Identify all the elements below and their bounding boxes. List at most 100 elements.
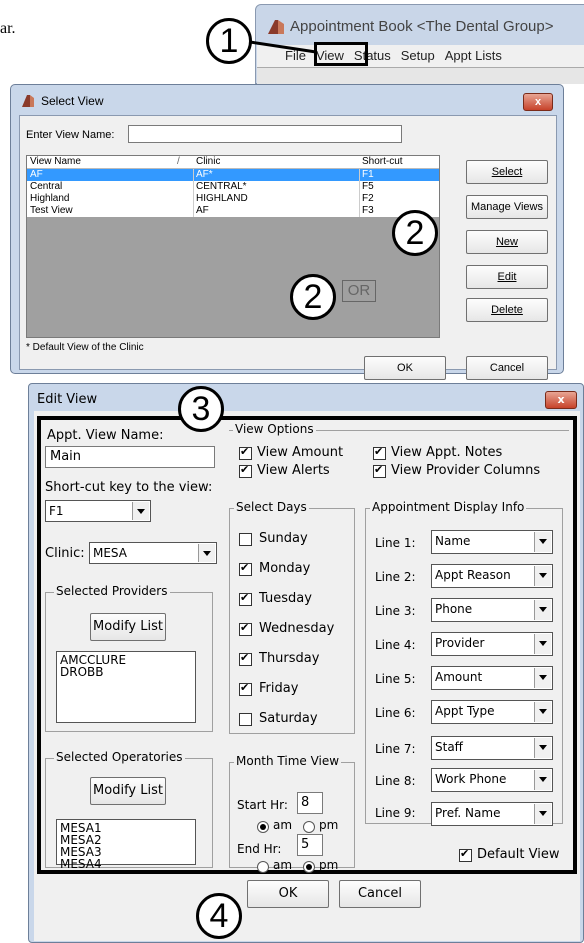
view-appt-notes-checkbox[interactable]: View Appt. Notes bbox=[373, 445, 563, 462]
edit-button-label: Edit bbox=[497, 271, 517, 283]
modify-providers-button[interactable]: Modify List bbox=[90, 613, 166, 641]
chevron-down-icon bbox=[534, 738, 551, 758]
chevron-down-icon bbox=[534, 668, 551, 688]
dialog-title: Edit View bbox=[37, 392, 98, 407]
checkbox-icon bbox=[373, 463, 386, 478]
chevron-down-icon bbox=[132, 502, 149, 520]
end-am-radio[interactable]: am bbox=[257, 858, 299, 874]
chevron-down-icon bbox=[534, 566, 551, 586]
line-6-label: Line 6: bbox=[375, 706, 416, 720]
line-3-label: Line 3: bbox=[375, 604, 416, 618]
view-provider-columns-checkbox[interactable]: View Provider Columns bbox=[373, 463, 563, 480]
table-row[interactable]: Central CENTRAL* F5 bbox=[27, 181, 439, 193]
ok-button[interactable]: OK bbox=[247, 880, 329, 908]
day-friday-checkbox[interactable]: Friday bbox=[239, 680, 349, 698]
grid-header: View Name / Clinic Short-cut bbox=[27, 156, 439, 169]
enter-view-name-input[interactable] bbox=[128, 125, 402, 143]
col-clinic[interactable]: Clinic bbox=[196, 156, 220, 167]
start-hr-input[interactable]: 8 bbox=[297, 792, 323, 814]
line-6-dropdown[interactable]: Appt Type bbox=[431, 700, 553, 724]
cancel-button[interactable]: Cancel bbox=[466, 356, 548, 380]
chevron-down-icon bbox=[534, 600, 551, 620]
cell-view-name: Central bbox=[30, 181, 63, 192]
cell-view-name: AF bbox=[30, 169, 43, 180]
day-monday-checkbox[interactable]: Monday bbox=[239, 560, 349, 578]
checkbox-label: Wednesday bbox=[259, 621, 335, 636]
line-2-value: Appt Reason bbox=[435, 568, 511, 582]
manage-views-button[interactable]: Manage Views bbox=[466, 195, 548, 219]
checkbox-label: Monday bbox=[259, 561, 311, 576]
chevron-down-icon bbox=[534, 532, 551, 552]
grid-divider bbox=[193, 169, 194, 217]
day-wednesday-checkbox[interactable]: Wednesday bbox=[239, 620, 349, 638]
modify-operatories-button[interactable]: Modify List bbox=[90, 777, 166, 805]
group-title: View Options bbox=[233, 422, 316, 436]
view-amount-checkbox[interactable]: View Amount bbox=[239, 445, 389, 462]
providers-listbox[interactable]: AMCCLURE DROBB bbox=[56, 651, 196, 723]
start-pm-radio[interactable]: pm bbox=[303, 818, 349, 834]
line-3-dropdown[interactable]: Phone bbox=[431, 598, 553, 622]
callout-2: 2 bbox=[392, 210, 438, 256]
day-tuesday-checkbox[interactable]: Tuesday bbox=[239, 590, 349, 608]
cell-clinic: AF* bbox=[196, 169, 213, 180]
clinic-dropdown[interactable]: MESA bbox=[89, 542, 217, 564]
end-pm-radio[interactable]: pm bbox=[303, 858, 349, 874]
grid-divider bbox=[359, 169, 360, 217]
line-1-label: Line 1: bbox=[375, 536, 416, 550]
day-sunday-checkbox[interactable]: Sunday bbox=[239, 530, 349, 548]
checkbox-icon bbox=[239, 445, 252, 460]
checkbox-icon bbox=[239, 713, 252, 726]
select-button[interactable]: Select bbox=[466, 160, 548, 184]
start-hr-label: Start Hr: bbox=[237, 798, 288, 812]
col-shortcut[interactable]: Short-cut bbox=[362, 156, 403, 167]
line-2-dropdown[interactable]: Appt Reason bbox=[431, 564, 553, 588]
list-item[interactable]: MESA4 bbox=[60, 858, 192, 870]
table-row[interactable]: Test View AF F3 bbox=[27, 205, 439, 217]
radio-icon bbox=[257, 861, 269, 873]
table-row[interactable]: Highland HIGHLAND F2 bbox=[27, 193, 439, 205]
start-am-radio[interactable]: am bbox=[257, 818, 299, 834]
select-button-label: Select bbox=[491, 166, 523, 178]
chevron-down-icon bbox=[534, 702, 551, 722]
line-4-dropdown[interactable]: Provider bbox=[431, 632, 553, 656]
line-1-dropdown[interactable]: Name bbox=[431, 530, 553, 554]
col-view-name[interactable]: View Name bbox=[30, 156, 81, 167]
line-9-dropdown[interactable]: Pref. Name bbox=[431, 802, 553, 826]
clinic-value: MESA bbox=[93, 546, 127, 560]
line-8-dropdown[interactable]: Work Phone bbox=[431, 768, 553, 792]
line-1-value: Name bbox=[435, 534, 471, 548]
shortcut-dropdown[interactable]: F1 bbox=[45, 500, 151, 522]
callout-1: 1 bbox=[206, 18, 252, 64]
table-row[interactable]: AF AF* F1 bbox=[27, 169, 439, 181]
operatories-listbox[interactable]: MESA1 MESA2 MESA3 MESA4 bbox=[56, 819, 196, 870]
cancel-button[interactable]: Cancel bbox=[339, 880, 421, 908]
dialog-title: Select View bbox=[41, 94, 104, 108]
delete-button[interactable]: Delete bbox=[466, 298, 548, 322]
appt-view-name-input[interactable]: Main bbox=[45, 446, 215, 468]
edit-button[interactable]: Edit bbox=[466, 265, 548, 289]
line-7-dropdown[interactable]: Staff bbox=[431, 736, 553, 760]
group-title: Selected Providers bbox=[54, 584, 170, 598]
close-button[interactable]: x bbox=[545, 391, 577, 409]
line-5-dropdown[interactable]: Amount bbox=[431, 666, 553, 690]
new-button[interactable]: New bbox=[466, 230, 548, 254]
day-saturday-checkbox[interactable]: Saturday bbox=[239, 710, 349, 728]
checkbox-icon bbox=[239, 651, 252, 666]
list-item[interactable]: DROBB bbox=[60, 666, 192, 678]
callout-4: 4 bbox=[196, 893, 242, 939]
close-button[interactable]: x bbox=[523, 93, 553, 111]
checkbox-icon bbox=[239, 561, 252, 576]
line-9-label: Line 9: bbox=[375, 806, 416, 820]
day-thursday-checkbox[interactable]: Thursday bbox=[239, 650, 349, 668]
end-hr-input[interactable]: 5 bbox=[297, 834, 323, 856]
ok-button[interactable]: OK bbox=[364, 356, 446, 380]
edit-view-dialog: Edit View x Appt. View Name: Main Short-… bbox=[28, 383, 584, 943]
chevron-down-icon bbox=[198, 544, 215, 562]
view-alerts-checkbox[interactable]: View Alerts bbox=[239, 463, 389, 480]
line-8-label: Line 8: bbox=[375, 774, 416, 788]
callout-3: 3 bbox=[178, 386, 224, 432]
checkbox-icon bbox=[239, 533, 252, 546]
appt-view-name-label: Appt. View Name: bbox=[47, 428, 164, 443]
default-view-checkbox[interactable]: Default View bbox=[459, 846, 569, 864]
checkbox-label: Sunday bbox=[259, 531, 308, 546]
